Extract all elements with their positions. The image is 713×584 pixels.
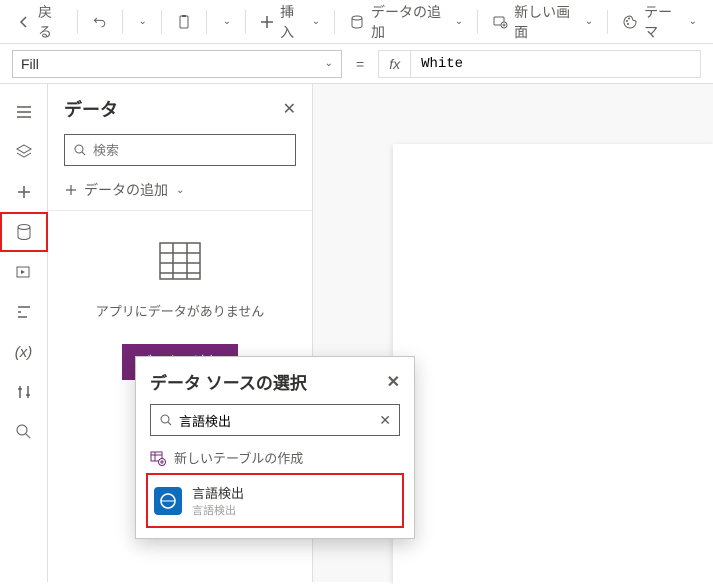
formula-bar: Fill ⌄ = fx xyxy=(0,44,713,84)
plus-icon xyxy=(64,183,78,197)
chevron-down-icon: ⌄ xyxy=(325,58,333,69)
separator xyxy=(122,10,123,34)
separator xyxy=(206,10,207,34)
theme-button[interactable]: テーマ ⌄ xyxy=(614,6,705,38)
top-toolbar: 戻る ⌄ ⌄ 挿入 ⌄ データの追加 ⌄ 新しい画面 ⌄ xyxy=(0,0,713,44)
undo-button[interactable] xyxy=(84,6,116,38)
separator xyxy=(477,10,478,34)
connector-icon xyxy=(154,487,182,515)
rail-flows[interactable] xyxy=(0,292,48,332)
layers-icon xyxy=(15,143,33,161)
separator xyxy=(334,10,335,34)
data-source-popup: データ ソースの選択 ✕ ✕ 新しいテーブルの作成 言語検出 言語検出 xyxy=(135,356,415,539)
result-text: 言語検出 言語検出 xyxy=(192,483,244,518)
table-plus-icon xyxy=(150,450,166,466)
main-area: (x) データ ✕ データの追加 ⌄ アプリにデータがありません xyxy=(0,84,713,582)
chevron-down-icon: ⌄ xyxy=(455,16,463,27)
palette-icon xyxy=(622,14,638,30)
tools-icon xyxy=(15,383,33,401)
panel-search-input[interactable] xyxy=(93,143,287,158)
panel-header: データ ✕ xyxy=(48,84,312,130)
formula-input[interactable] xyxy=(411,51,700,77)
add-data-button[interactable]: データの追加 ⌄ xyxy=(341,6,471,38)
left-rail: (x) xyxy=(0,84,48,582)
database-icon xyxy=(15,223,33,241)
add-data-row[interactable]: データの追加 ⌄ xyxy=(48,174,312,211)
back-button[interactable]: 戻る xyxy=(8,6,71,38)
property-value: Fill xyxy=(21,56,39,72)
clear-search-button[interactable]: ✕ xyxy=(379,412,391,429)
new-screen-button[interactable]: 新しい画面 ⌄ xyxy=(484,6,601,38)
add-data-label: データの追加 xyxy=(84,180,168,200)
flow-icon xyxy=(15,303,33,321)
search-icon xyxy=(73,143,87,157)
back-arrow-icon xyxy=(16,14,32,30)
undo-dropdown[interactable]: ⌄ xyxy=(128,6,154,38)
variable-icon: (x) xyxy=(15,344,33,361)
table-icon xyxy=(158,241,202,281)
insert-button[interactable]: 挿入 ⌄ xyxy=(252,6,328,38)
screen-icon xyxy=(492,14,508,30)
insert-label: 挿入 xyxy=(280,2,304,42)
separator xyxy=(161,10,162,34)
add-data-label: データの追加 xyxy=(371,2,447,42)
media-icon xyxy=(15,263,33,281)
chevron-down-icon: ⌄ xyxy=(223,16,231,27)
chevron-down-icon: ⌄ xyxy=(689,16,697,27)
rail-variables[interactable]: (x) xyxy=(0,332,48,372)
property-selector[interactable]: Fill ⌄ xyxy=(12,50,342,78)
clipboard-icon xyxy=(176,14,192,30)
formula-input-wrap: fx xyxy=(378,50,701,78)
rail-search[interactable] xyxy=(0,412,48,452)
create-new-table[interactable]: 新しいテーブルの作成 xyxy=(150,448,400,467)
hamburger-icon xyxy=(15,103,33,121)
chevron-down-icon: ⌄ xyxy=(585,16,593,27)
close-panel-button[interactable]: ✕ xyxy=(283,99,296,119)
close-popup-button[interactable]: ✕ xyxy=(387,372,400,392)
back-label: 戻る xyxy=(38,2,63,42)
undo-icon xyxy=(92,14,108,30)
rail-add[interactable] xyxy=(0,172,48,212)
popup-search-input[interactable] xyxy=(179,413,373,428)
panel-search[interactable] xyxy=(64,134,296,166)
plus-icon xyxy=(16,184,32,200)
fx-label[interactable]: fx xyxy=(379,51,411,77)
rail-tree-view[interactable] xyxy=(0,92,48,132)
rail-data[interactable] xyxy=(0,212,48,252)
equals-sign: = xyxy=(350,56,370,72)
popup-header: データ ソースの選択 ✕ xyxy=(150,369,400,394)
search-result-item[interactable]: 言語検出 言語検出 xyxy=(150,477,400,524)
new-table-label: 新しいテーブルの作成 xyxy=(174,448,303,467)
empty-state: アプリにデータがありません データの追加 xyxy=(48,211,312,380)
chevron-down-icon: ⌄ xyxy=(312,16,320,27)
empty-message: アプリにデータがありません xyxy=(96,301,265,320)
result-subtitle: 言語検出 xyxy=(192,502,244,518)
separator xyxy=(77,10,78,34)
plus-icon xyxy=(260,15,274,29)
search-icon xyxy=(15,423,33,441)
theme-label: テーマ xyxy=(644,2,681,42)
rail-media[interactable] xyxy=(0,252,48,292)
popup-title: データ ソースの選択 xyxy=(150,369,307,394)
separator xyxy=(607,10,608,34)
paste-dropdown[interactable]: ⌄ xyxy=(213,6,239,38)
panel-title: データ xyxy=(64,96,118,122)
new-screen-label: 新しい画面 xyxy=(514,2,577,42)
separator xyxy=(245,10,246,34)
popup-search[interactable]: ✕ xyxy=(150,404,400,436)
rail-insert[interactable] xyxy=(0,132,48,172)
database-icon xyxy=(349,14,365,30)
app-screen[interactable] xyxy=(393,144,713,584)
result-title: 言語検出 xyxy=(192,483,244,502)
search-icon xyxy=(159,413,173,427)
chevron-down-icon: ⌄ xyxy=(176,185,184,196)
rail-tools[interactable] xyxy=(0,372,48,412)
paste-button[interactable] xyxy=(168,6,200,38)
chevron-down-icon: ⌄ xyxy=(138,16,146,27)
